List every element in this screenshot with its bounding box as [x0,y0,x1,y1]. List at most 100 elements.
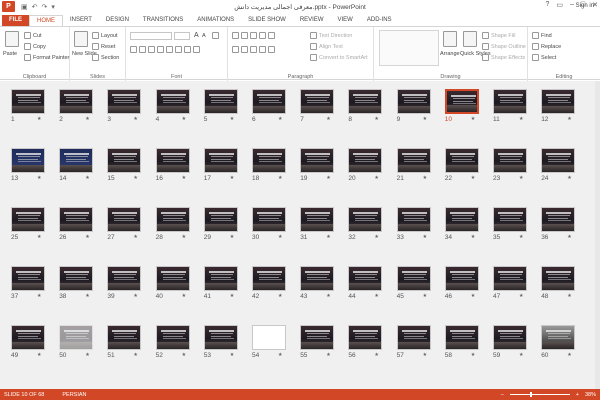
slide-preview[interactable] [444,266,479,291]
transition-star-icon[interactable]: ★ [230,352,234,358]
sign-in-link[interactable]: Sign in [576,3,594,9]
transition-star-icon[interactable]: ★ [519,352,523,358]
cut-button[interactable]: Cut [24,32,42,39]
qat-customize-icon[interactable]: ▾ [51,3,55,11]
slide-preview[interactable] [59,266,94,291]
transition-star-icon[interactable]: ★ [85,234,89,240]
transition-star-icon[interactable]: ★ [133,352,137,358]
slide-preview[interactable] [444,325,479,350]
tab-slide-show[interactable]: SLIDE SHOW [241,15,293,26]
slide-preview[interactable] [348,89,383,114]
transition-star-icon[interactable]: ★ [182,293,186,299]
tab-home[interactable]: HOME [29,15,63,26]
decrease-font-size-button[interactable]: A [202,33,206,39]
transition-star-icon[interactable]: ★ [423,116,427,122]
section-button[interactable]: Section [92,54,119,61]
slide-preview[interactable] [396,89,431,114]
font-name-combo[interactable] [130,32,172,40]
slide-preview[interactable] [107,148,142,173]
tab-add-ins[interactable]: ADD-INS [360,15,399,26]
arrange-button[interactable]: Arrange [440,51,460,57]
copy-button[interactable]: Copy [24,43,46,50]
slide-preview[interactable] [493,148,527,173]
transition-star-icon[interactable]: ★ [278,116,282,122]
transition-star-icon[interactable]: ★ [423,293,427,299]
slide-preview[interactable] [493,325,527,350]
zoom-out-button[interactable]: – [501,392,504,398]
slide-preview[interactable] [203,325,238,350]
transition-star-icon[interactable]: ★ [230,234,234,240]
transition-star-icon[interactable]: ★ [326,234,330,240]
find-button[interactable]: Find [532,32,552,39]
ribbon-display-icon[interactable]: ▭ [556,1,563,9]
slide-preview[interactable] [493,266,527,291]
transition-star-icon[interactable]: ★ [37,175,41,181]
slide-preview[interactable] [444,207,479,232]
slide-preview[interactable] [155,266,190,291]
transition-star-icon[interactable]: ★ [278,234,282,240]
slide-preview[interactable] [252,207,286,232]
slide-preview[interactable] [59,207,94,232]
transition-star-icon[interactable]: ★ [85,293,89,299]
transition-star-icon[interactable]: ★ [326,352,330,358]
redo-icon[interactable]: ↷ [42,3,48,11]
tab-transitions[interactable]: TRANSITIONS [136,15,190,26]
slide-preview[interactable] [444,148,479,173]
slide-preview[interactable] [348,148,383,173]
slide-preview[interactable] [203,89,238,114]
slide-preview[interactable] [541,325,576,350]
transition-star-icon[interactable]: ★ [326,116,330,122]
transition-star-icon[interactable]: ★ [182,352,186,358]
slide-preview[interactable] [396,207,431,232]
slide-preview[interactable] [203,207,238,232]
shape-fill-button[interactable]: Shape Fill [482,32,515,39]
transition-star-icon[interactable]: ★ [230,293,234,299]
tab-file[interactable]: FILE [2,15,29,26]
slide-preview[interactable] [541,266,576,291]
font-style-buttons[interactable] [130,46,200,53]
slide-preview[interactable] [300,148,335,173]
slide-preview[interactable] [203,148,238,173]
slide-preview[interactable] [252,89,286,114]
slide-preview[interactable] [541,148,576,173]
convert-smartart-button[interactable]: Convert to SmartArt [310,54,368,61]
transition-star-icon[interactable]: ★ [471,293,475,299]
transition-star-icon[interactable]: ★ [326,293,330,299]
transition-star-icon[interactable]: ★ [230,116,234,122]
format-painter-button[interactable]: Format Painter [24,54,69,61]
paste-button[interactable]: Paste [3,51,17,57]
slide-preview[interactable] [252,325,286,350]
tab-insert[interactable]: INSERT [63,15,99,26]
transition-star-icon[interactable]: ★ [423,234,427,240]
transition-star-icon[interactable]: ★ [278,175,282,181]
slide-preview[interactable] [541,207,576,232]
transition-star-icon[interactable]: ★ [471,352,475,358]
slide-preview[interactable] [11,207,45,232]
undo-icon[interactable]: ↶ [32,3,38,11]
transition-star-icon[interactable]: ★ [182,234,186,240]
transition-star-icon[interactable]: ★ [37,234,41,240]
slide-preview[interactable] [107,207,142,232]
shapes-gallery[interactable] [379,30,439,66]
slide-preview[interactable] [493,89,527,114]
slide-preview[interactable] [252,266,286,291]
slide-preview[interactable] [348,325,383,350]
slide-preview[interactable] [107,89,142,114]
text-direction-button[interactable]: Text Direction [310,32,352,39]
select-button[interactable]: Select [532,54,556,61]
font-size-combo[interactable] [174,32,190,40]
slide-preview[interactable] [300,89,335,114]
slide-preview[interactable] [11,148,45,173]
shape-outline-button[interactable]: Shape Outline [482,43,526,50]
transition-star-icon[interactable]: ★ [519,116,523,122]
clear-formatting-button[interactable] [212,32,219,39]
slide-preview[interactable] [107,266,142,291]
transition-star-icon[interactable]: ★ [567,234,571,240]
align-buttons[interactable] [232,46,275,53]
transition-star-icon[interactable]: ★ [85,116,89,122]
shape-effects-button[interactable]: Shape Effects [482,54,525,61]
transition-star-icon[interactable]: ★ [519,293,523,299]
transition-star-icon[interactable]: ★ [374,352,378,358]
transition-star-icon[interactable]: ★ [567,175,571,181]
slide-preview[interactable] [252,148,286,173]
